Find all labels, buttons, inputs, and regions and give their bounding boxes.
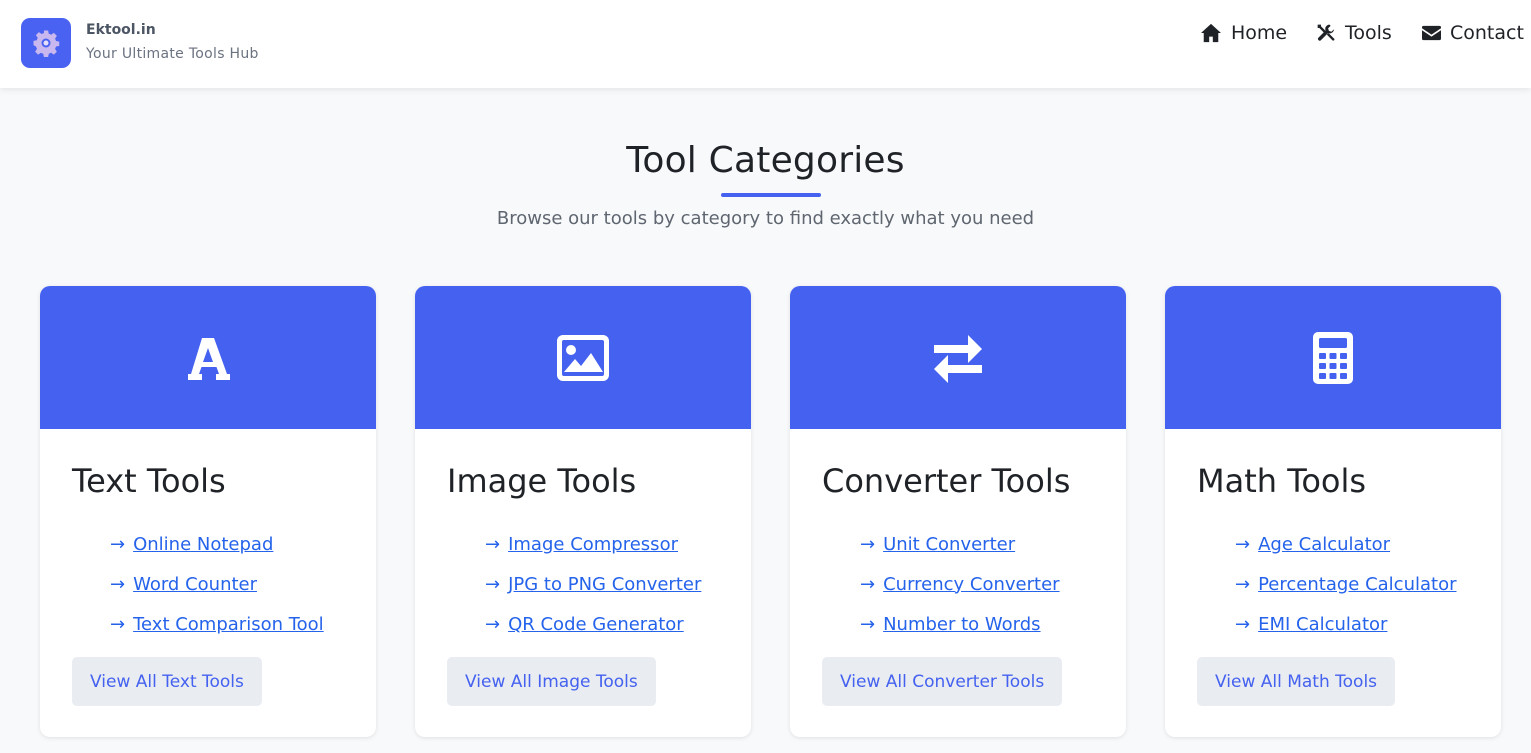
card-banner — [1165, 286, 1501, 429]
arrow: → — [485, 613, 501, 635]
view-all-converter-tools-button[interactable]: View All Converter Tools — [822, 657, 1063, 706]
arrow: → — [1235, 613, 1251, 635]
arrow: → — [1235, 533, 1251, 555]
list-item: → Currency Converter — [860, 564, 1060, 604]
card-banner — [790, 286, 1126, 429]
link-emi-calculator[interactable]: EMI Calculator — [1258, 614, 1387, 635]
nav-home[interactable]: Home — [1200, 22, 1287, 44]
link-age-calculator[interactable]: Age Calculator — [1258, 534, 1390, 555]
arrow: → — [110, 573, 126, 595]
link-currency-converter[interactable]: Currency Converter — [883, 574, 1059, 595]
category-card-converter: Converter Tools → Unit Converter → Currenc… — [790, 286, 1126, 737]
view-all-math-tools-button[interactable]: View All Math Tools — [1197, 657, 1396, 706]
list-item: → Age Calculator — [1235, 524, 1456, 564]
image-icon — [557, 334, 609, 381]
exchange-icon — [934, 334, 982, 383]
link-image-compressor[interactable]: Image Compressor — [508, 534, 678, 555]
arrow: → — [485, 533, 501, 555]
tools-icon — [1317, 24, 1335, 41]
nav-tools-label: Tools — [1345, 22, 1392, 44]
list-item: → Unit Converter — [860, 524, 1060, 564]
nav-tools[interactable]: Tools — [1316, 22, 1392, 44]
category-card-math: Math Tools → Age Calculator → Percentage C… — [1165, 286, 1501, 737]
arrow: → — [110, 533, 126, 555]
logo[interactable] — [21, 18, 71, 68]
calculator-icon — [1313, 331, 1353, 384]
nav-home-label: Home — [1231, 22, 1288, 44]
card-banner — [415, 286, 751, 429]
list-item: → Online Notepad — [110, 524, 324, 564]
link-text-comparison-tool[interactable]: Text Comparison Tool — [133, 614, 324, 635]
card-links: → Online Notepad → Word Counter → Text Comp… — [110, 524, 324, 644]
list-item: → Percentage Calculator — [1235, 564, 1456, 604]
link-jpg-to-png-converter[interactable]: JPG to PNG Converter — [508, 574, 701, 595]
view-all-text-tools-button[interactable]: View All Text Tools — [72, 657, 262, 706]
card-title: Image Tools — [447, 462, 637, 500]
brand-tagline: Your Ultimate Tools Hub — [86, 46, 259, 62]
nav-contact-label: Contact — [1450, 22, 1524, 44]
list-item: → Number to Words — [860, 604, 1060, 644]
card-title: Text Tools — [72, 462, 226, 500]
category-card-text: Text Tools → Online Notepad → Word Counter… — [40, 286, 376, 737]
link-number-to-words[interactable]: Number to Words — [883, 614, 1040, 635]
page-subtitle: Browse our tools by category to find exa… — [496, 208, 1035, 229]
list-item: → Image Compressor — [485, 524, 701, 564]
nav-contact[interactable]: Contact — [1422, 22, 1524, 44]
page-title: Tool Categories — [626, 140, 905, 181]
view-all-image-tools-button[interactable]: View All Image Tools — [447, 657, 656, 706]
card-banner — [40, 286, 376, 429]
arrow: → — [860, 533, 876, 555]
list-item: → Text Comparison Tool — [110, 604, 324, 644]
list-item: → JPG to PNG Converter — [485, 564, 701, 604]
list-item: → QR Code Generator — [485, 604, 701, 644]
arrow: → — [485, 573, 501, 595]
card-links: → Unit Converter → Currency Converter → Num… — [860, 524, 1060, 644]
arrow: → — [110, 613, 126, 635]
gear-icon — [33, 30, 60, 57]
font-icon — [188, 337, 230, 380]
link-qr-code-generator[interactable]: QR Code Generator — [508, 614, 684, 635]
card-links: → Image Compressor → JPG to PNG Converter … — [485, 524, 701, 644]
link-word-counter[interactable]: Word Counter — [133, 574, 257, 595]
link-percentage-calculator[interactable]: Percentage Calculator — [1258, 574, 1456, 595]
arrow: → — [1235, 573, 1251, 595]
title-underline — [721, 193, 821, 197]
envelope-icon — [1422, 25, 1441, 41]
brand-name[interactable]: Ektool.in — [86, 22, 156, 38]
link-unit-converter[interactable]: Unit Converter — [883, 534, 1015, 555]
category-card-image: Image Tools → Image Compressor → JPG to PN… — [415, 286, 751, 737]
card-title: Math Tools — [1197, 462, 1367, 500]
arrow: → — [860, 613, 876, 635]
home-icon — [1201, 23, 1221, 43]
list-item: → EMI Calculator — [1235, 604, 1456, 644]
list-item: → Word Counter — [110, 564, 324, 604]
card-links: → Age Calculator → Percentage Calculator →… — [1235, 524, 1456, 644]
arrow: → — [860, 573, 876, 595]
card-title: Converter Tools — [822, 462, 1071, 500]
link-online-notepad[interactable]: Online Notepad — [133, 534, 273, 555]
site-header: Ektool.in Your Ultimate Tools Hub Home T… — [0, 0, 1531, 88]
